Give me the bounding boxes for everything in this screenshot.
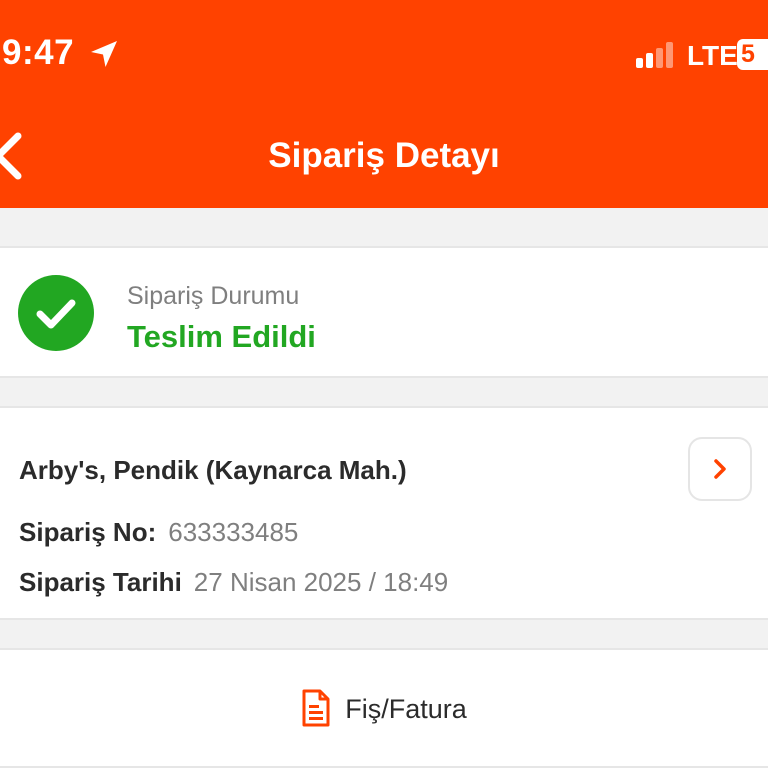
order-status-label: Sipariş Durumu bbox=[127, 282, 300, 310]
signal-bars-icon bbox=[636, 42, 673, 68]
battery-icon: 5 bbox=[737, 39, 768, 70]
order-number-value: 633333485 bbox=[168, 517, 299, 547]
order-info-card: Arby's, Pendik (Kaynarca Mah.) Sipariş N… bbox=[0, 406, 768, 620]
order-number-label: Sipariş No: bbox=[19, 517, 157, 547]
chevron-right-icon bbox=[714, 459, 726, 479]
order-date-value: 27 Nisan 2025 / 18:49 bbox=[193, 567, 449, 597]
status-time: 9:47 bbox=[2, 33, 75, 72]
top-bar: 9:47 LTE 5 Sipariş Detayı bbox=[0, 0, 768, 208]
order-status-card: Sipariş Durumu Teslim Edildi bbox=[0, 246, 768, 378]
receipt-card: Fiş/Fatura bbox=[0, 648, 768, 768]
location-arrow-icon bbox=[91, 41, 117, 67]
document-icon bbox=[302, 689, 330, 727]
order-date-label: Sipariş Tarihi bbox=[19, 567, 182, 597]
battery-level: 5 bbox=[741, 40, 755, 68]
restaurant-name[interactable]: Arby's, Pendik (Kaynarca Mah.) bbox=[19, 455, 407, 486]
restaurant-detail-button[interactable] bbox=[688, 437, 752, 501]
page-title: Sipariş Detayı bbox=[268, 136, 500, 175]
order-date-row: Sipariş Tarihi 27 Nisan 2025 / 18:49 bbox=[19, 567, 448, 598]
order-number-row: Sipariş No: 633333485 bbox=[19, 517, 298, 548]
check-circle-icon bbox=[18, 275, 94, 351]
status-bar: 9:47 LTE 5 bbox=[0, 0, 768, 110]
receipt-button[interactable]: Fiş/Fatura bbox=[0, 650, 768, 768]
receipt-label: Fiş/Fatura bbox=[345, 693, 467, 724]
network-type: LTE bbox=[687, 40, 738, 71]
order-status-value: Teslim Edildi bbox=[127, 319, 316, 354]
